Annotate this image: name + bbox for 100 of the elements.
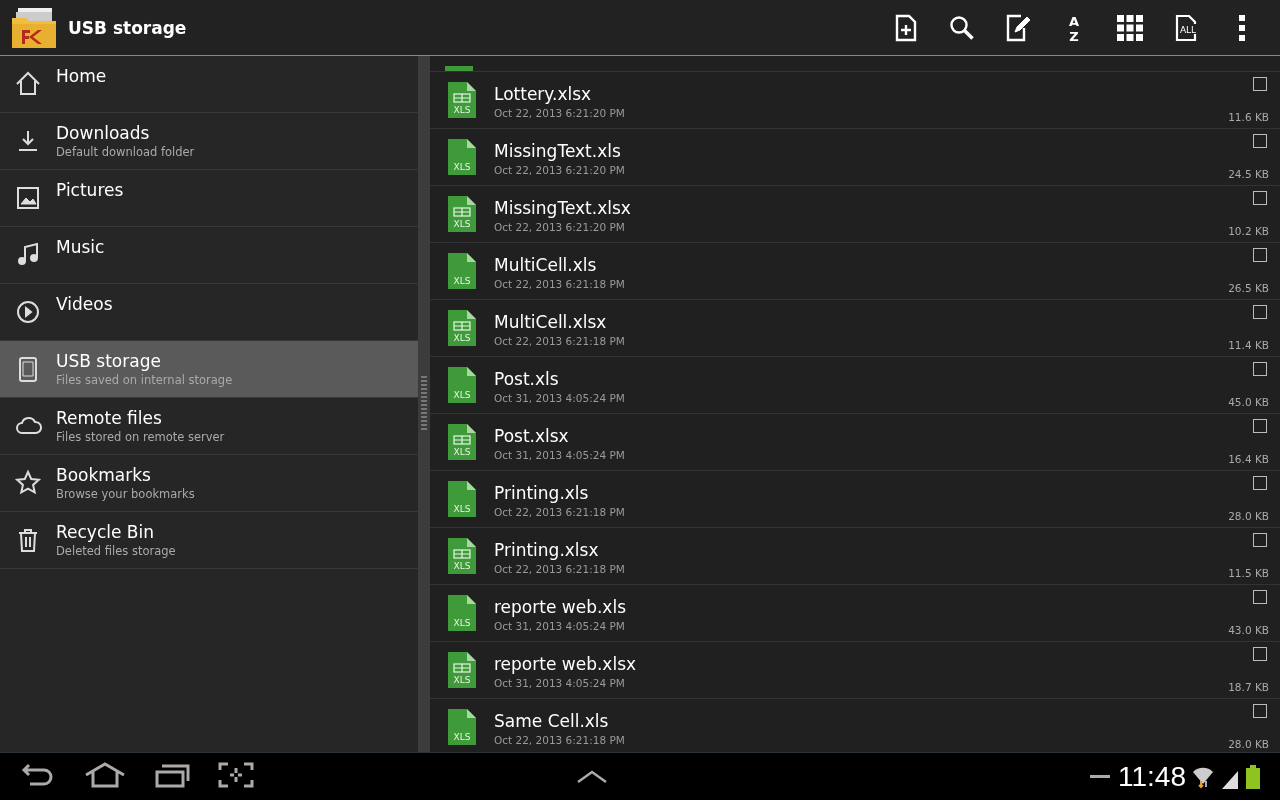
sidebar-item-subtitle: Deleted files storage bbox=[56, 544, 176, 558]
file-date: Oct 22, 2013 6:21:20 PM bbox=[494, 163, 626, 176]
file-row[interactable]: XLS Printing.xlsx Oct 22, 2013 6:21:18 PM 11.5 KB bbox=[430, 528, 1280, 585]
file-date: Oct 31, 2013 4:05:24 PM bbox=[494, 676, 626, 689]
sidebar-item-subtitle: Default download folder bbox=[56, 145, 195, 159]
file-size: 45.0 KB bbox=[1228, 396, 1269, 408]
spreadsheet-file-icon: XLS bbox=[448, 367, 476, 403]
file-row[interactable]: XLS reporte web.xlsx Oct 31, 2013 4:05:24 PM 18.7 KB bbox=[430, 642, 1280, 699]
file-checkbox[interactable] bbox=[1253, 77, 1267, 91]
file-size: 24.5 KB bbox=[1228, 168, 1269, 180]
file-row[interactable]: XLS MultiCell.xls Oct 22, 2013 6:21:18 PM 26.5 KB bbox=[430, 243, 1280, 300]
clock: 11:48 bbox=[1118, 760, 1186, 793]
screen-title: USB storage bbox=[68, 17, 188, 38]
sidebar-item[interactable]: Remote files Files stored on remote server bbox=[0, 398, 418, 455]
spreadsheet-file-icon: XLS bbox=[448, 196, 476, 232]
file-name: Post.xlsx bbox=[494, 425, 570, 446]
spreadsheet-file-icon: XLS bbox=[448, 709, 476, 745]
sidebar-item-subtitle: Files stored on remote server bbox=[56, 430, 225, 444]
file-name: MultiCell.xls bbox=[494, 254, 598, 275]
file-name: MissingText.xlsx bbox=[494, 197, 632, 218]
file-date: Oct 22, 2013 6:21:18 PM bbox=[494, 733, 626, 746]
file-checkbox[interactable] bbox=[1253, 476, 1267, 490]
minus-icon bbox=[1090, 774, 1110, 779]
file-size: 18.7 KB bbox=[1228, 681, 1269, 693]
file-name: reporte web.xls bbox=[494, 596, 627, 617]
sidebar-item-label: Home bbox=[56, 66, 107, 86]
spreadsheet-file-icon: XLS bbox=[448, 652, 476, 688]
file-name: Printing.xls bbox=[494, 482, 590, 503]
file-size: 16.4 KB bbox=[1228, 453, 1269, 465]
file-date: Oct 22, 2013 6:21:18 PM bbox=[494, 277, 626, 290]
file-size: 11.6 KB bbox=[1228, 111, 1269, 123]
screenshot-button[interactable] bbox=[218, 762, 254, 791]
spreadsheet-file-icon: XLS bbox=[448, 424, 476, 460]
chevron-up-icon[interactable] bbox=[576, 769, 608, 784]
battery-icon bbox=[1246, 764, 1260, 789]
file-row[interactable]: XLS Post.xlsx Oct 31, 2013 4:05:24 PM 16.4 KB bbox=[430, 414, 1280, 471]
sidebar-item-subtitle: Browse your bookmarks bbox=[56, 487, 195, 501]
file-date: Oct 22, 2013 6:21:18 PM bbox=[494, 505, 626, 518]
recent-apps-button[interactable] bbox=[154, 762, 190, 791]
file-checkbox[interactable] bbox=[1253, 647, 1267, 661]
file-name: MultiCell.xlsx bbox=[494, 311, 608, 332]
file-name: Same Cell.xls bbox=[494, 710, 610, 731]
sort-button[interactable]: A Z bbox=[1046, 2, 1102, 53]
file-date: Oct 31, 2013 4:05:24 PM bbox=[494, 391, 626, 404]
file-size: 26.5 KB bbox=[1228, 282, 1269, 294]
sidebar-item[interactable]: Bookmarks Browse your bookmarks bbox=[0, 455, 418, 512]
file-date: Oct 31, 2013 4:05:24 PM bbox=[494, 619, 626, 632]
sidebar-item-label: Bookmarks bbox=[56, 465, 152, 485]
file-row[interactable]: XLS Post.xls Oct 31, 2013 4:05:24 PM 45.0 KB bbox=[430, 357, 1280, 414]
file-size: 28.0 KB bbox=[1228, 738, 1269, 750]
file-checkbox[interactable] bbox=[1253, 419, 1267, 433]
sidebar-item[interactable]: Recycle Bin Deleted files storage bbox=[0, 512, 418, 569]
file-checkbox[interactable] bbox=[1253, 305, 1267, 319]
file-checkbox[interactable] bbox=[1253, 533, 1267, 547]
sidebar-item[interactable]: Pictures bbox=[0, 170, 418, 227]
file-row[interactable]: XLS Printing.xls Oct 22, 2013 6:21:18 PM 28.0 KB bbox=[430, 471, 1280, 528]
sidebar-item-subtitle: Files saved on internal storage bbox=[56, 373, 233, 387]
select-all-button[interactable]: ALL bbox=[1158, 2, 1214, 53]
spreadsheet-file-icon: XLS bbox=[448, 481, 476, 517]
sidebar-item[interactable]: Music bbox=[0, 227, 418, 284]
new-file-icon bbox=[894, 13, 918, 42]
file-row[interactable]: XLS MissingText.xlsx Oct 22, 2013 6:21:20 PM 10.2 KB bbox=[430, 186, 1280, 243]
file-checkbox[interactable] bbox=[1253, 590, 1267, 604]
play-icon bbox=[14, 298, 42, 326]
file-name: Lottery.xlsx bbox=[494, 83, 593, 104]
file-size: 43.0 KB bbox=[1228, 624, 1269, 636]
file-date: Oct 22, 2013 6:21:18 PM bbox=[494, 562, 626, 575]
file-checkbox[interactable] bbox=[1253, 704, 1267, 718]
spreadsheet-file-icon: XLS bbox=[448, 538, 476, 574]
file-checkbox[interactable] bbox=[1253, 134, 1267, 148]
sidebar-item[interactable]: USB storage Files saved on internal storage bbox=[0, 341, 418, 398]
sidebar-item[interactable]: Home bbox=[0, 56, 418, 113]
file-checkbox[interactable] bbox=[1253, 191, 1267, 205]
overflow-menu-icon bbox=[1239, 14, 1245, 41]
file-date: Oct 22, 2013 6:21:20 PM bbox=[494, 106, 626, 119]
file-name: reporte web.xlsx bbox=[494, 653, 638, 674]
edit-icon bbox=[1005, 13, 1031, 42]
sidebar-item-label: Recycle Bin bbox=[56, 522, 155, 542]
file-size: 28.0 KB bbox=[1228, 510, 1269, 522]
file-row[interactable]: XLS Lottery.xlsx Oct 22, 2013 6:21:20 PM 11.6 KB bbox=[430, 72, 1280, 129]
file-row[interactable]: XLS reporte web.xls Oct 31, 2013 4:05:24 PM 43.0 KB bbox=[430, 585, 1280, 642]
file-row[interactable]: XLS MissingText.xls Oct 22, 2013 6:21:20 PM 24.5 KB bbox=[430, 129, 1280, 186]
file-checkbox[interactable] bbox=[1253, 362, 1267, 376]
spreadsheet-file-icon: XLS bbox=[448, 595, 476, 631]
file-row[interactable]: XLS MultiCell.xlsx Oct 22, 2013 6:21:18 PM 11.4 KB bbox=[430, 300, 1280, 357]
picture-icon bbox=[14, 184, 42, 212]
file-name: Printing.xlsx bbox=[494, 539, 600, 560]
search-icon bbox=[948, 13, 976, 42]
sidebar-item-label: Downloads bbox=[56, 123, 151, 143]
sidebar-item[interactable]: Downloads Default download folder bbox=[0, 113, 418, 170]
file-checkbox[interactable] bbox=[1253, 248, 1267, 262]
file-name: MissingText.xls bbox=[494, 140, 622, 161]
sidebar-item-label: Music bbox=[56, 237, 105, 257]
home-button[interactable] bbox=[84, 762, 126, 791]
file-date: Oct 31, 2013 4:05:24 PM bbox=[494, 448, 626, 461]
file-size: 11.5 KB bbox=[1228, 567, 1269, 579]
pane-divider-handle[interactable] bbox=[418, 56, 430, 752]
spreadsheet-file-icon bbox=[445, 66, 473, 71]
folder-logo-icon bbox=[10, 5, 58, 50]
file-size: 10.2 KB bbox=[1228, 225, 1269, 237]
